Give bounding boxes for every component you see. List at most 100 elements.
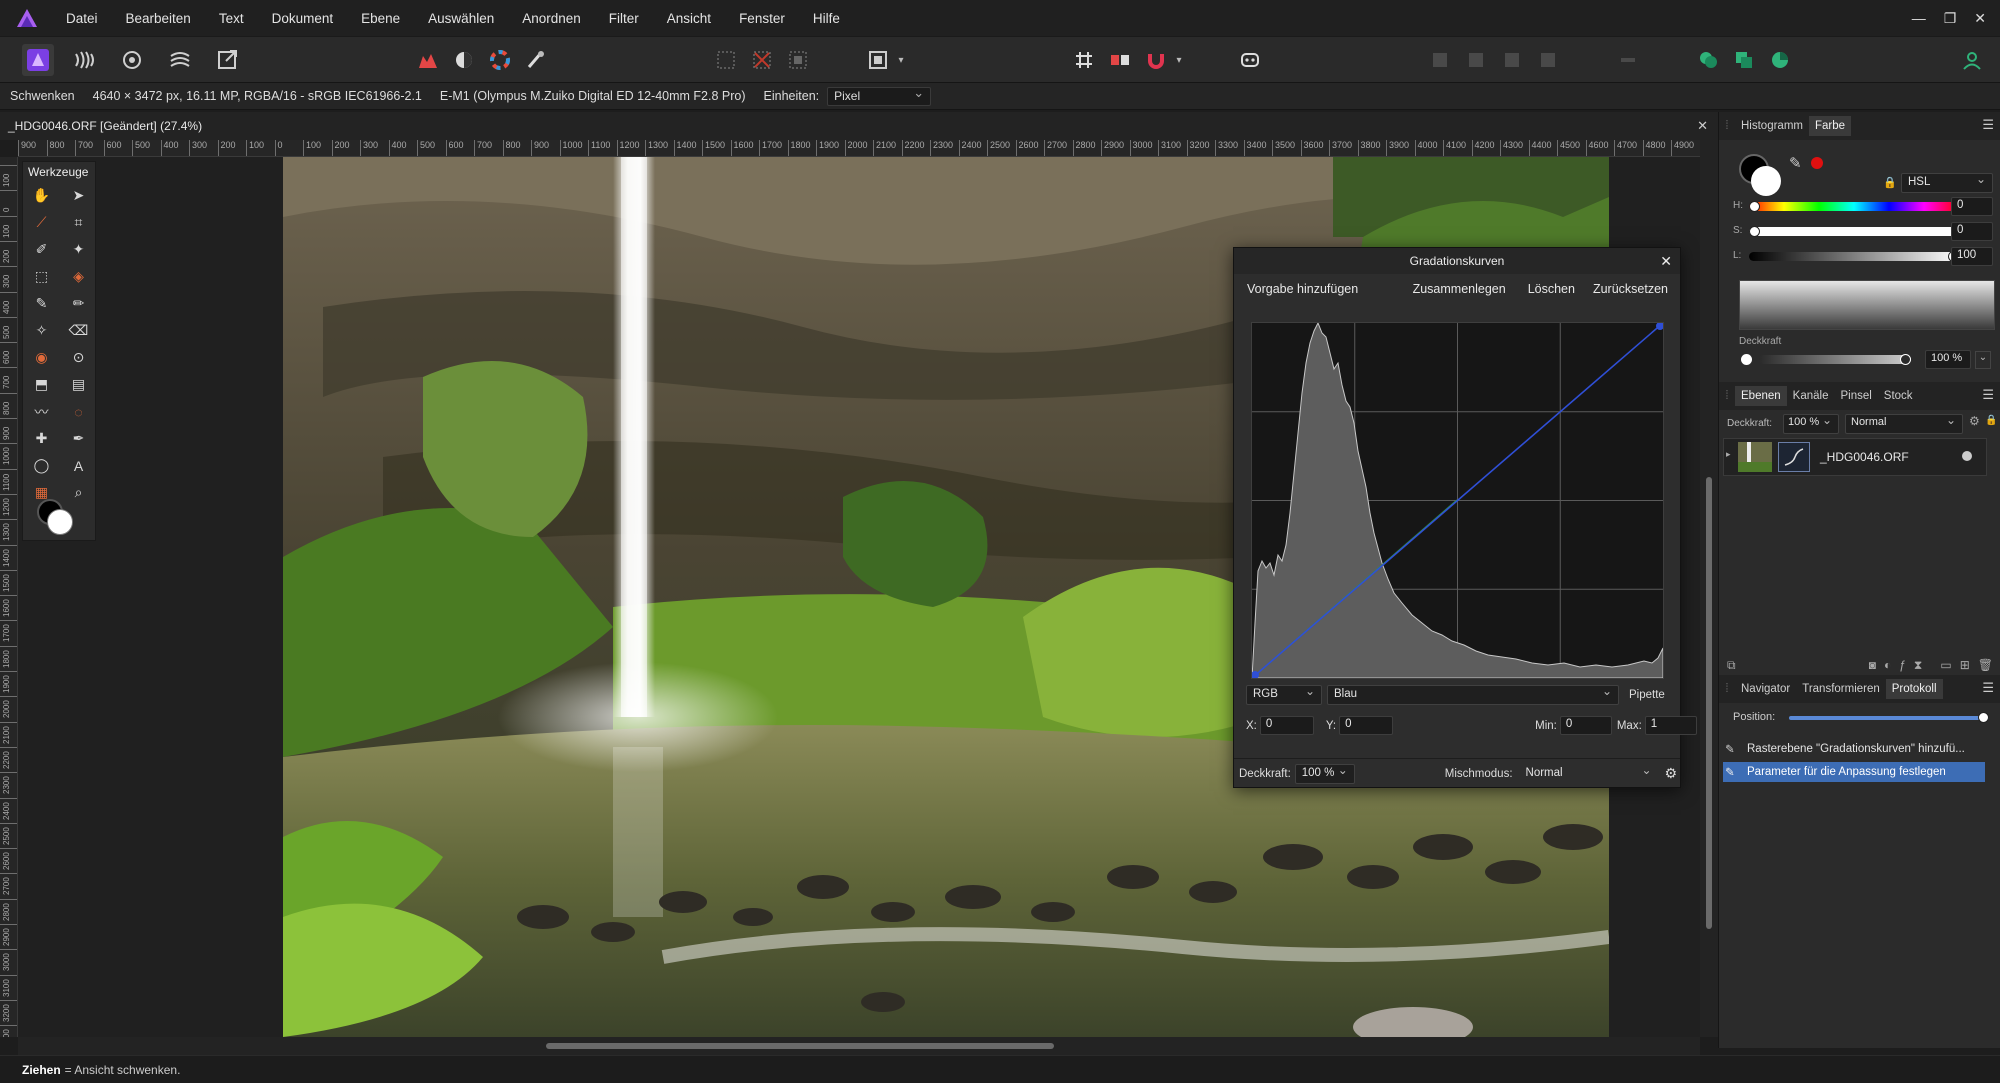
live-filter-icon[interactable]: ⧗ — [1914, 658, 1922, 673]
arrange-button-4[interactable] — [1532, 44, 1564, 76]
user-account-button[interactable] — [1956, 44, 1988, 76]
opacity-select[interactable]: 100 % — [1294, 763, 1355, 784]
color-opacity-input[interactable]: 100 % — [1925, 350, 1971, 369]
vertical-scrollbar[interactable] — [1700, 140, 1718, 1037]
history-position-knob[interactable] — [1978, 712, 1989, 723]
panel-grip-icon[interactable]: ⁞ — [1719, 390, 1735, 402]
menu-text[interactable]: Text — [205, 11, 258, 26]
text-tool[interactable]: A — [60, 452, 97, 479]
delete-button[interactable]: Löschen — [1528, 282, 1575, 296]
stroke-color-swatch[interactable] — [1751, 166, 1781, 196]
picker-button[interactable]: Pipette — [1629, 689, 1665, 701]
tab-layers[interactable]: Ebenen — [1735, 386, 1787, 406]
color-model-select[interactable]: RGB — [1246, 684, 1322, 705]
menu-filter[interactable]: Filter — [595, 11, 653, 26]
close-window-button[interactable]: ✕ — [1974, 10, 1986, 27]
trash-icon[interactable]: 🗑 — [1978, 658, 1993, 672]
levels-button[interactable] — [412, 44, 444, 76]
pen-tool[interactable]: ✒ — [60, 425, 97, 452]
pointer-tool[interactable]: ➤ — [60, 182, 97, 209]
channel-select[interactable]: Blau — [1327, 684, 1619, 705]
arrange-button-2[interactable] — [1460, 44, 1492, 76]
auto-colors-button[interactable] — [484, 44, 516, 76]
gear-icon[interactable]: ⚙ — [1665, 765, 1678, 782]
boolean-intersect-button[interactable] — [1728, 44, 1760, 76]
saturation-slider[interactable] — [1749, 227, 1959, 236]
gradient-tool[interactable]: ▤ — [60, 371, 97, 398]
auto-contrast-button[interactable] — [448, 44, 480, 76]
arrange-button-1[interactable] — [1424, 44, 1456, 76]
selection-mode-invert-button[interactable] — [782, 44, 814, 76]
y-input[interactable]: 0 — [1339, 716, 1394, 735]
x-input[interactable]: 0 — [1259, 716, 1314, 735]
horizontal-ruler[interactable]: 900 800 700 600 500 400 300 200 100 0 100 200 300 400… — [18, 140, 1700, 157]
scrollbar-thumb[interactable] — [1706, 477, 1712, 929]
flood-select-tool[interactable]: ◈ — [60, 263, 97, 290]
color-swatch-widget[interactable] — [35, 497, 75, 537]
color-model-dropdown[interactable]: HSL — [1901, 172, 1993, 193]
snapping-button[interactable] — [1140, 44, 1172, 76]
ellipse-tool[interactable]: ◯ — [23, 452, 60, 479]
pixel-brush-tool[interactable]: ✏ — [60, 290, 97, 317]
close-document-button[interactable]: ✕ — [1697, 118, 1708, 134]
layer-row[interactable]: ▸ _HDG0046.ORF — [1723, 438, 1987, 476]
history-entry[interactable]: ✎ Parameter für die Anpassung festlegen — [1723, 762, 1985, 782]
menu-anordnen[interactable]: Anordnen — [508, 11, 595, 26]
menu-hilfe[interactable]: Hilfe — [799, 11, 854, 26]
color-replace-tool[interactable]: ✧ — [23, 317, 60, 344]
crop-tool[interactable]: ⌗ — [60, 209, 97, 236]
layer-blend-select[interactable]: Normal — [1845, 413, 1963, 434]
panel-grip-icon[interactable]: ⁞ — [1719, 120, 1735, 132]
eyedropper-icon[interactable]: ✎ — [1789, 154, 1802, 172]
tab-channels[interactable]: Kanäle — [1787, 386, 1835, 406]
lightness-slider[interactable] — [1749, 252, 1959, 261]
expand-layer-icon[interactable]: ▸ — [1726, 449, 1731, 460]
merge-button[interactable]: Zusammenlegen — [1413, 282, 1506, 296]
tab-brushes[interactable]: Pinsel — [1834, 386, 1877, 406]
align-button[interactable] — [1612, 44, 1644, 76]
hue-slider[interactable] — [1749, 202, 1959, 211]
menu-auswählen[interactable]: Auswählen — [414, 11, 508, 26]
menu-ansicht[interactable]: Ansicht — [653, 11, 725, 26]
boolean-add-button[interactable] — [1692, 44, 1724, 76]
add-preset-button[interactable]: Vorgabe hinzufügen — [1247, 282, 1358, 296]
min-input[interactable]: 0 — [1559, 716, 1612, 735]
smudge-tool[interactable]: 〰 — [23, 398, 60, 425]
color-opacity-slider[interactable] — [1759, 355, 1911, 364]
liquify-persona-button[interactable] — [68, 44, 100, 76]
vertical-ruler[interactable]: 100 0 100 200 300 400 500 600 700 800 900 1000 1100 1… — [0, 157, 18, 1037]
panel-menu-icon[interactable]: ☰ — [1982, 387, 1994, 403]
color-opacity-knob[interactable] — [1900, 354, 1911, 365]
gear-icon[interactable]: ⚙ — [1969, 414, 1980, 428]
arrange-button-3[interactable] — [1496, 44, 1528, 76]
blur-tool[interactable]: ◌ — [60, 398, 97, 425]
panel-menu-icon[interactable]: ☰ — [1982, 117, 1994, 133]
quick-mask-button[interactable] — [862, 44, 894, 76]
tab-navigator[interactable]: Navigator — [1735, 679, 1796, 699]
maximize-button[interactable]: ❐ — [1944, 10, 1957, 27]
hand-tool[interactable]: ✋ — [23, 182, 60, 209]
layer-opacity-select[interactable]: 100 % — [1783, 413, 1839, 434]
menu-datei[interactable]: Datei — [52, 11, 112, 26]
export-persona-button[interactable] — [212, 44, 244, 76]
saturation-input[interactable]: 0 — [1951, 222, 1993, 241]
tab-color[interactable]: Farbe — [1808, 116, 1852, 136]
panel-menu-icon[interactable]: ☰ — [1982, 680, 1994, 696]
curves-graph[interactable] — [1251, 321, 1664, 679]
menu-ebene[interactable]: Ebene — [347, 11, 414, 26]
color-picker-tool[interactable]: ⟋ — [23, 209, 60, 236]
menu-bearbeiten[interactable]: Bearbeiten — [112, 11, 205, 26]
scrollbar-thumb[interactable] — [546, 1043, 1054, 1049]
selection-mode-new-button[interactable] — [710, 44, 742, 76]
selection-brush-tool[interactable]: ✐ — [23, 236, 60, 263]
panel-grip-icon[interactable]: ⁞ — [1719, 683, 1735, 695]
tone-mapping-persona-button[interactable] — [164, 44, 196, 76]
history-position-slider[interactable] — [1789, 716, 1989, 720]
develop-persona-button[interactable] — [116, 44, 148, 76]
assistant-button[interactable] — [1234, 44, 1266, 76]
tab-stock[interactable]: Stock — [1878, 386, 1919, 406]
hue-slider-knob[interactable] — [1749, 201, 1760, 212]
blend-mode-select[interactable]: Normal — [1519, 763, 1659, 784]
reset-button[interactable]: Zurücksetzen — [1593, 282, 1668, 296]
document-tab[interactable]: _HDG0046.ORF [Geändert] (27.4%) ✕ — [0, 112, 1718, 140]
